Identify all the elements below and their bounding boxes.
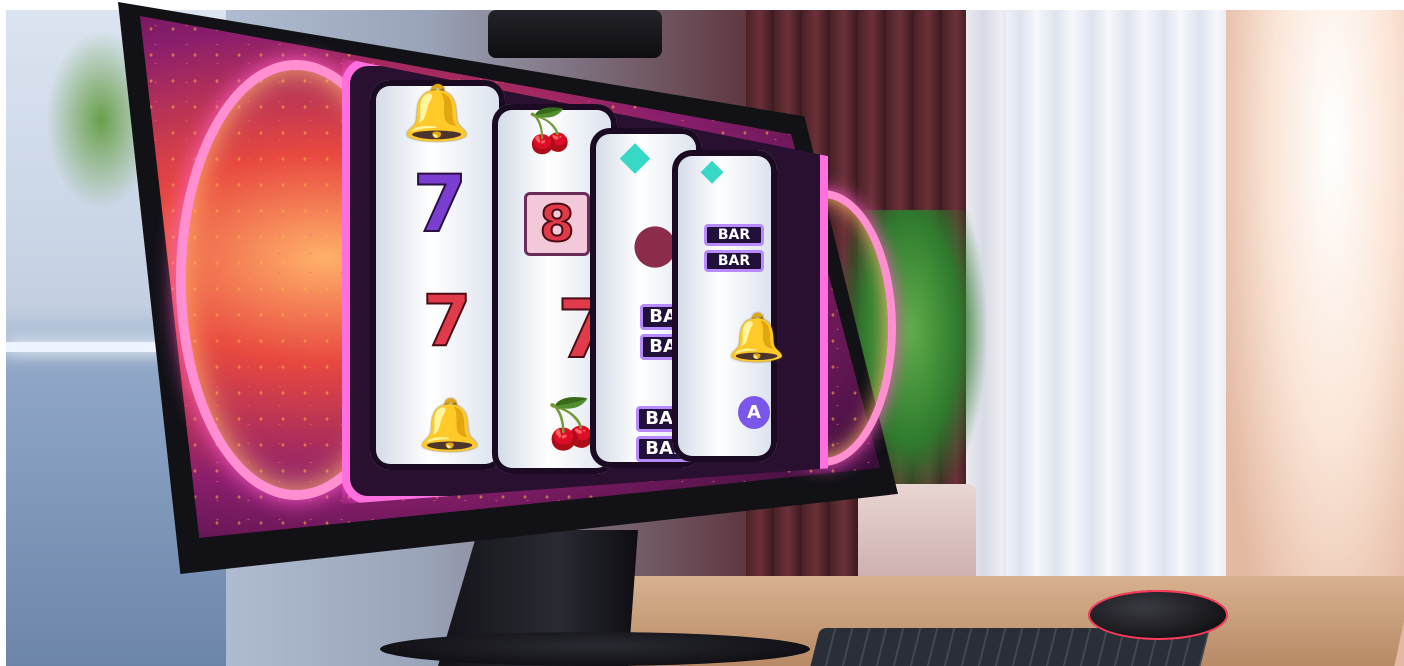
sheer-curtain xyxy=(966,10,1266,666)
bar-symbol: BAR xyxy=(704,250,764,272)
monitor-stand-base xyxy=(380,632,810,666)
reel-4: ◆ BAR BAR 🔔 A xyxy=(672,150,786,462)
bell-icon: 🔔 xyxy=(728,310,786,364)
symbol-eight-box: 8 xyxy=(524,192,590,256)
gem-icon: ◆ xyxy=(700,153,724,188)
bell-icon: 🔔 xyxy=(403,81,471,144)
gem-icon: ◆ xyxy=(619,133,651,179)
computer-mouse xyxy=(1088,590,1228,640)
letter-symbol: A xyxy=(734,396,774,429)
cherry-icon: 🍒 xyxy=(523,106,577,155)
symbol-seven: 7 xyxy=(422,280,473,362)
bar-symbol: BAR xyxy=(704,224,764,246)
window-light xyxy=(1226,10,1404,666)
bar-stack: BAR BAR xyxy=(704,224,764,272)
webcam-icon xyxy=(488,10,662,58)
letter-a: A xyxy=(738,396,770,429)
reel-1: 🔔 7 7 🔔 xyxy=(370,80,505,470)
bell-icon: 🔔 xyxy=(418,396,482,454)
symbol-seven: 7 xyxy=(412,160,468,250)
